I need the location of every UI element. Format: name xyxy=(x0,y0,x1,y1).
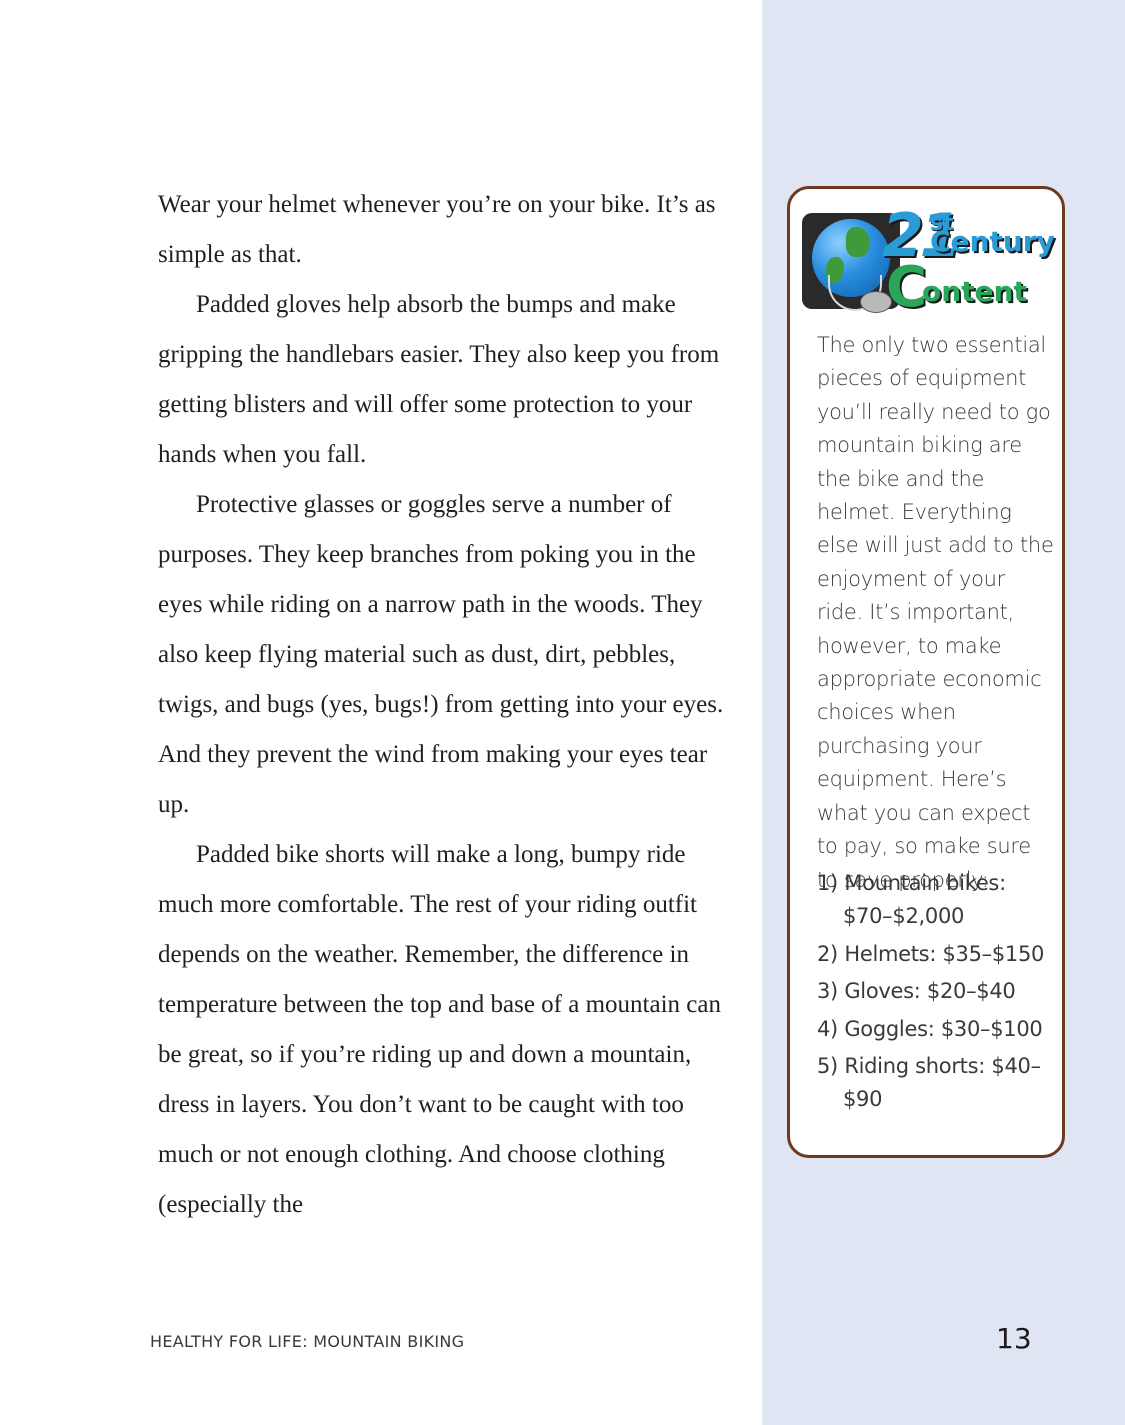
paragraph: Padded gloves help absorb the bumps and … xyxy=(158,291,720,468)
list-item: 1) Mountain bikes: $70–$2,000 xyxy=(817,871,1006,929)
list-item: 3) Gloves: $20–$40 xyxy=(817,979,1016,1004)
paragraph: Padded bike shorts will make a long, bum… xyxy=(158,841,721,1218)
list-item: 5) Riding shorts: $40–$90 xyxy=(817,1054,1041,1112)
list-item: 2) Helmets: $35–$150 xyxy=(817,941,1045,966)
sidebar-body-text: The only two essential pieces of equipme… xyxy=(817,333,1054,892)
price-list: 1) Mountain bikes: $70–$2,000 2) Helmets… xyxy=(817,867,1057,1121)
list-item: 4) Goggles: $30–$100 xyxy=(817,1016,1043,1041)
logo-word-century: Century xyxy=(930,225,1055,258)
paragraph: Protective glasses or goggles serve a nu… xyxy=(158,491,724,818)
21st-century-content-sidebar: 21 st Century C ontent The only two esse… xyxy=(787,186,1065,1158)
21st-century-content-logo: 21 st Century C ontent xyxy=(802,201,1055,320)
page-number: 13 xyxy=(996,1322,1032,1355)
running-footer-title: HEALTHY FOR LIFE: MOUNTAIN BIKING xyxy=(150,1332,465,1351)
main-body-text: Wear your helmet whenever you’re on your… xyxy=(158,180,738,1230)
logo-word-content-rest: ontent xyxy=(922,275,1027,308)
logo-word-content-initial: C xyxy=(886,255,928,320)
paragraph: Wear your helmet whenever you’re on your… xyxy=(158,191,716,268)
